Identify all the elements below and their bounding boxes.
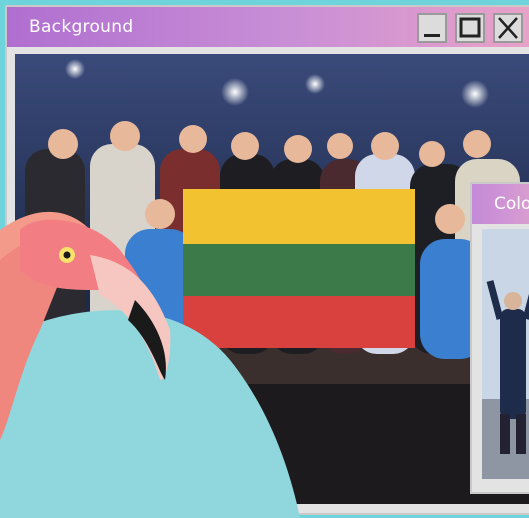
flamingo-illustration (0, 211, 300, 518)
